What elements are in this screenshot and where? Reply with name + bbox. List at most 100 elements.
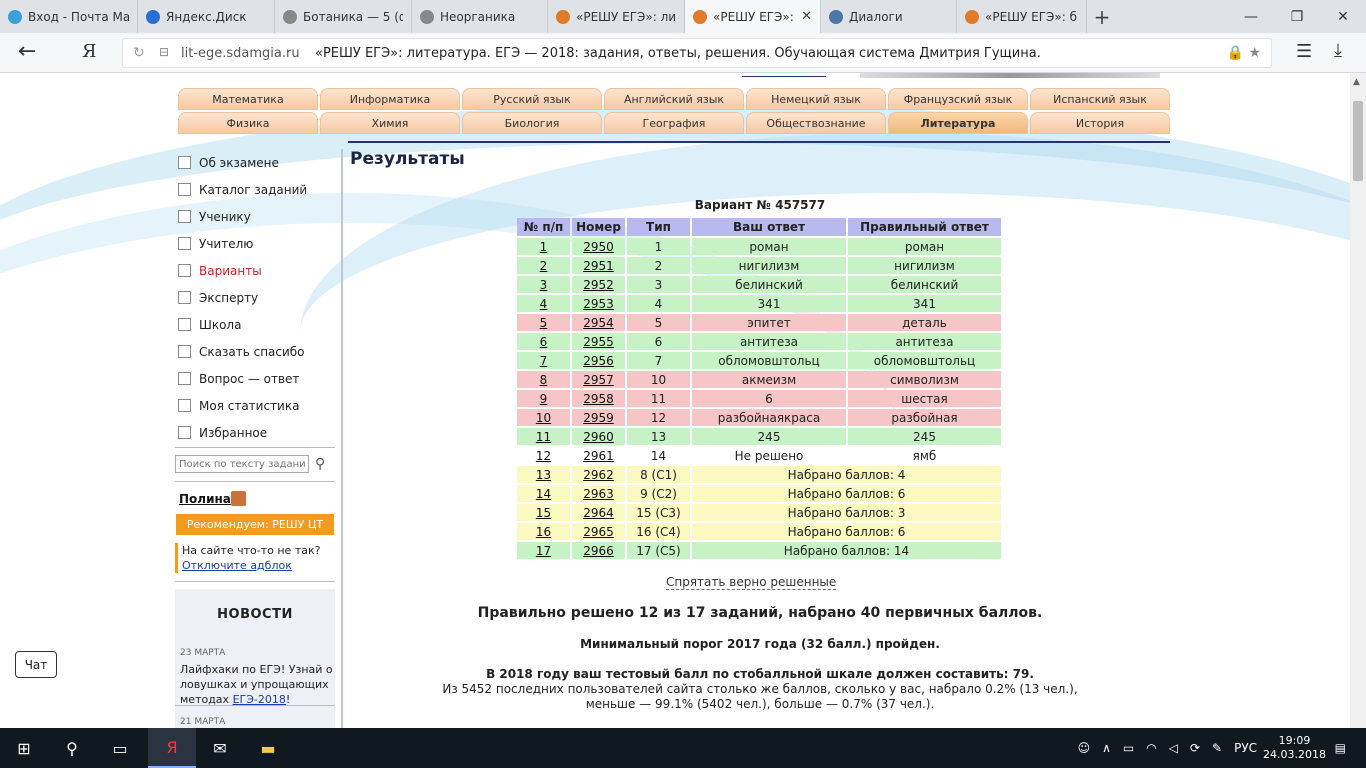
task-number-link[interactable]: 2958 (572, 390, 625, 407)
task-number-link[interactable]: 2954 (572, 314, 625, 331)
chat-button[interactable]: Чат (15, 651, 57, 678)
browser-tab[interactable]: «РЕШУ ЕГЭ»: лите (548, 0, 685, 33)
browser-tab[interactable]: «РЕШУ ЕГЭ»: л✕ (685, 0, 821, 33)
task-number-link[interactable]: 2960 (572, 428, 625, 445)
sidebar-item[interactable]: Сказать спасибо (178, 338, 338, 365)
task-number-link[interactable]: 2961 (572, 447, 625, 464)
task-number-link[interactable]: 2957 (572, 371, 625, 388)
subject-tab[interactable]: География (604, 112, 744, 134)
sidebar-item[interactable]: Школа (178, 311, 338, 338)
yandex-logo-icon[interactable]: Я (82, 41, 97, 62)
subject-tab[interactable]: Немецкий язык (746, 88, 886, 110)
language-indicator[interactable]: РУС (1234, 741, 1257, 755)
browser-tab[interactable]: Неорганика (412, 0, 548, 33)
windows-start-icon[interactable]: ⊞ (0, 728, 48, 768)
scrollbar-thumb[interactable] (1353, 101, 1363, 181)
downloads-icon[interactable]: ⤓ (1334, 40, 1342, 61)
battery-icon[interactable]: ▭ (1123, 741, 1134, 755)
back-arrow-icon[interactable]: ← (18, 39, 36, 64)
clock[interactable]: 19:09 24.03.2018 (1263, 734, 1326, 762)
user-book-icon[interactable] (231, 491, 246, 506)
row-number-link[interactable]: 17 (517, 542, 570, 559)
row-number-link[interactable]: 15 (517, 504, 570, 521)
subject-tab[interactable]: Обществознание (746, 112, 886, 134)
user-name-link[interactable]: Полина (179, 492, 231, 506)
sidebar-item[interactable]: Ученику (178, 203, 338, 230)
scroll-up-icon[interactable]: ▲ (1353, 77, 1360, 87)
close-window-icon[interactable]: ✕ (1320, 0, 1366, 33)
row-number-link[interactable]: 5 (517, 314, 570, 331)
wifi-icon[interactable]: ◠ (1146, 741, 1156, 755)
task-view-icon[interactable]: ▭ (96, 728, 144, 768)
hide-solved-link[interactable]: Спрятать верно решенные (666, 575, 837, 590)
row-number-link[interactable]: 16 (517, 523, 570, 540)
minimize-icon[interactable]: — (1228, 0, 1274, 33)
browser-tab[interactable]: Яндекс.Диск (138, 0, 275, 33)
subject-tab[interactable]: Французский язык (888, 88, 1028, 110)
task-number-link[interactable]: 2962 (572, 466, 625, 483)
subject-tab[interactable]: Химия (320, 112, 460, 134)
recommend-banner[interactable]: Рекомендуем: РЕШУ ЦТ (176, 514, 334, 535)
row-number-link[interactable]: 7 (517, 352, 570, 369)
sidebar-item[interactable]: Эксперту (178, 284, 338, 311)
page-info-icon[interactable]: ⊟ (159, 45, 169, 59)
browser-menu-icon[interactable]: ☰ (1296, 41, 1312, 62)
task-number-link[interactable]: 2964 (572, 504, 625, 521)
subject-tab[interactable]: История (1030, 112, 1170, 134)
task-number-link[interactable]: 2950 (572, 238, 625, 255)
subject-tab[interactable]: Испанский язык (1030, 88, 1170, 110)
sidebar-item[interactable]: Избранное (178, 419, 338, 446)
volume-icon[interactable]: ◁ (1169, 741, 1178, 755)
sidebar-item[interactable]: Учителю (178, 230, 338, 257)
row-number-link[interactable]: 3 (517, 276, 570, 293)
yandex-browser-icon[interactable]: Я (148, 728, 196, 768)
task-number-link[interactable]: 2965 (572, 523, 625, 540)
sidebar-item[interactable]: Моя статистика (178, 392, 338, 419)
row-number-link[interactable]: 9 (517, 390, 570, 407)
disable-adblock-link[interactable]: Отключите адблок (182, 559, 292, 572)
browser-tab[interactable]: Диалоги (821, 0, 957, 33)
subject-tab[interactable]: Английский язык (604, 88, 744, 110)
new-tab-icon[interactable]: + (1087, 0, 1117, 33)
task-number-link[interactable]: 2966 (572, 542, 625, 559)
row-number-link[interactable]: 14 (517, 485, 570, 502)
search-icon[interactable]: ⚲ (315, 456, 325, 472)
tools-icon[interactable]: ✎ (1212, 741, 1222, 755)
sidebar-item[interactable]: Каталог заданий (178, 176, 338, 203)
sidebar-item[interactable]: Об экзамене (178, 149, 338, 176)
row-number-link[interactable]: 10 (517, 409, 570, 426)
tab-close-icon[interactable]: ✕ (795, 9, 812, 24)
row-number-link[interactable]: 4 (517, 295, 570, 312)
subject-tab[interactable]: Информатика (320, 88, 460, 110)
sync-icon[interactable]: ⟳ (1190, 741, 1200, 755)
task-number-link[interactable]: 2956 (572, 352, 625, 369)
subject-tab[interactable]: Литература (888, 112, 1028, 134)
file-explorer-icon[interactable]: ▬ (244, 728, 292, 768)
restore-icon[interactable]: ❐ (1274, 0, 1320, 33)
task-number-link[interactable]: 2952 (572, 276, 625, 293)
row-number-link[interactable]: 13 (517, 466, 570, 483)
browser-tab[interactable]: «РЕШУ ЕГЭ»: био (957, 0, 1087, 33)
sidebar-item[interactable]: Варианты (178, 257, 338, 284)
row-number-link[interactable]: 1 (517, 238, 570, 255)
subject-tab[interactable]: Математика (178, 88, 318, 110)
mail-icon[interactable]: ✉ (196, 728, 244, 768)
bookmark-star-icon[interactable]: 🔒 ★ (1227, 45, 1261, 61)
task-number-link[interactable]: 2955 (572, 333, 625, 350)
row-number-link[interactable]: 2 (517, 257, 570, 274)
tray-chevron-icon[interactable]: ∧ (1102, 741, 1111, 755)
task-number-link[interactable]: 2953 (572, 295, 625, 312)
task-number-link[interactable]: 2951 (572, 257, 625, 274)
subject-tab[interactable]: Биология (462, 112, 602, 134)
page-scrollbar[interactable]: ▲ (1350, 73, 1366, 728)
row-number-link[interactable]: 8 (517, 371, 570, 388)
search-icon[interactable]: ⚲ (48, 728, 96, 768)
subject-tab[interactable]: Физика (178, 112, 318, 134)
sidebar-item[interactable]: Вопрос — ответ (178, 365, 338, 392)
task-number-link[interactable]: 2959 (572, 409, 625, 426)
row-number-link[interactable]: 11 (517, 428, 570, 445)
url-field[interactable]: ↻ ⊟ lit-ege.sdamgia.ru «РЕШУ ЕГЭ»: литер… (122, 38, 1272, 68)
reload-icon[interactable]: ↻ (133, 45, 145, 61)
row-number-link[interactable]: 12 (517, 447, 570, 464)
row-number-link[interactable]: 6 (517, 333, 570, 350)
